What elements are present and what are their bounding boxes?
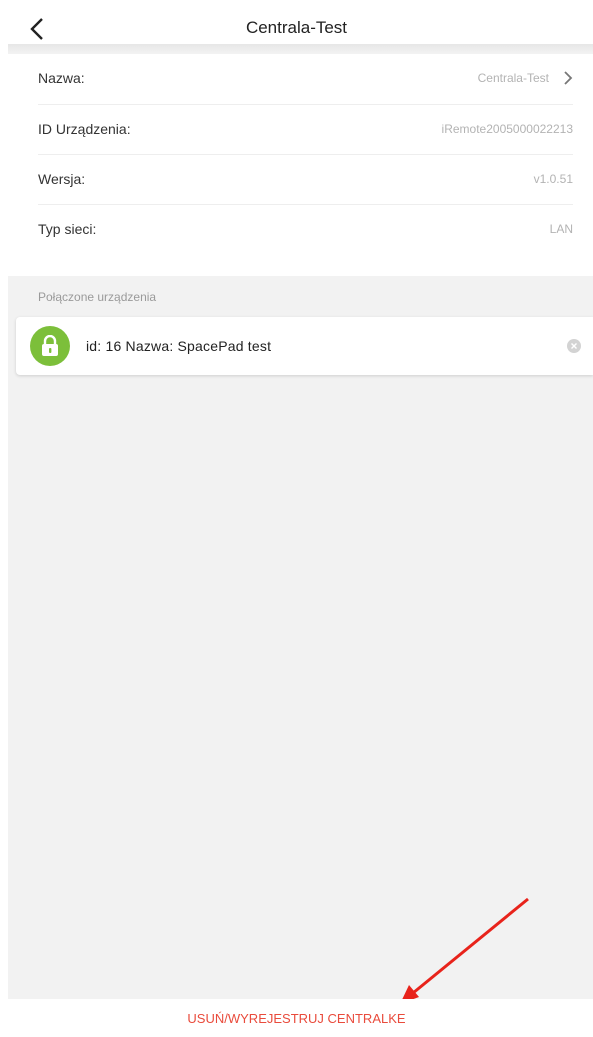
connected-devices-heading: Połączone urządzenia (38, 290, 157, 304)
connected-device-item[interactable]: id: 16 Nazwa: SpacePad test (16, 317, 593, 375)
remove-device-button[interactable] (567, 339, 581, 353)
lock-icon (42, 335, 58, 356)
name-row[interactable]: Nazwa: Centrala-Test (38, 54, 573, 102)
network-type-label: Typ sieci: (38, 220, 97, 237)
name-value: Centrala-Test (477, 71, 549, 85)
content-area: Nazwa: Centrala-Test ID Urządzenia: iRem… (8, 54, 593, 999)
network-type-value: LAN (549, 221, 573, 236)
device-id-label: ID Urządzenia: (38, 120, 131, 137)
chevron-right-icon (564, 71, 573, 85)
network-type-row: Typ sieci: LAN (38, 204, 573, 252)
name-label: Nazwa: (38, 70, 85, 86)
close-icon (571, 343, 577, 349)
device-id-row: ID Urządzenia: iRemote2005000022213 (38, 104, 573, 152)
version-label: Wersja: (38, 170, 86, 187)
version-value: v1.0.51 (533, 171, 573, 186)
header-divider (8, 44, 593, 54)
device-badge (30, 326, 70, 366)
version-row: Wersja: v1.0.51 (38, 154, 573, 202)
device-id-value: iRemote2005000022213 (441, 121, 573, 136)
page-title: Centrala-Test (245, 18, 348, 37)
bottom-action-bar: USUŃ/WYREJESTRUJ CENTRALKE (0, 999, 593, 1037)
device-info-card: Nazwa: Centrala-Test ID Urządzenia: iRem… (8, 54, 593, 276)
device-label: id: 16 Nazwa: SpacePad test (86, 338, 272, 354)
unregister-hub-button[interactable]: USUŃ/WYREJESTRUJ CENTRALKE (187, 1011, 405, 1026)
